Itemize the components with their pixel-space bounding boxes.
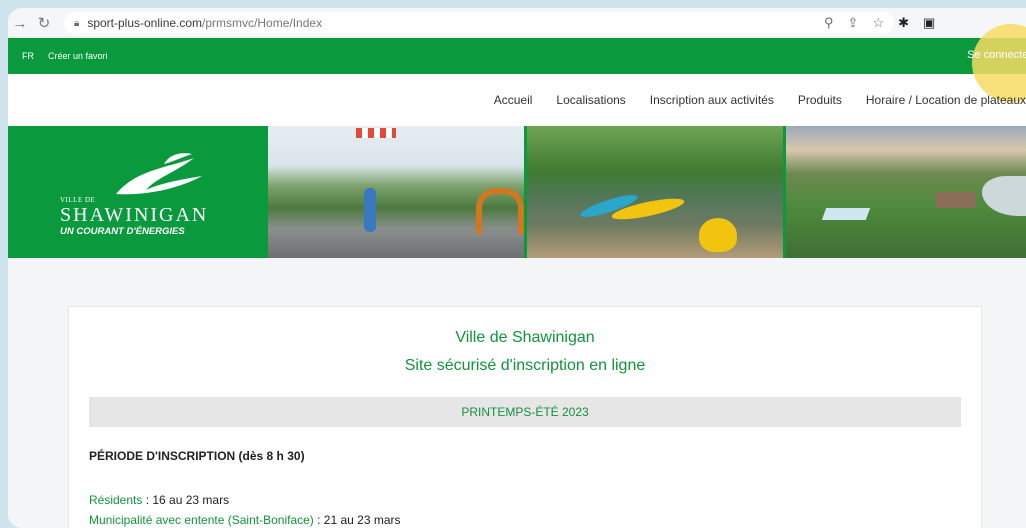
- water-arch: [476, 188, 524, 234]
- residents-dates: : 16 au 23 mars: [142, 493, 230, 507]
- nav-item-inscription[interactable]: Inscription aux activités: [650, 93, 774, 107]
- share-icon[interactable]: ⇪: [848, 15, 859, 31]
- url-path: /prmsmvc/Home/Index: [202, 16, 323, 30]
- lake: [982, 176, 1026, 216]
- nav-item-horaire[interactable]: Horaire / Location de plateaux: [866, 93, 1026, 107]
- content-area: Ville de Shawinigan Site sécurisé d'insc…: [8, 258, 1026, 528]
- residents-line: Résidents : 16 au 23 mars: [89, 493, 229, 507]
- logo-tagline: UN COURANT D'ÉNERGIES: [60, 226, 185, 237]
- reload-icon[interactable]: ↻: [32, 14, 56, 32]
- star-icon[interactable]: ☆: [872, 15, 884, 31]
- logo-prefix: VILLE DE: [60, 196, 96, 204]
- extensions-icon[interactable]: ✱: [898, 15, 909, 31]
- season-header: PRINTEMPS-ÉTÉ 2023: [89, 397, 961, 427]
- municipality-line: Municipalité avec entente (Saint-Bonifac…: [89, 513, 401, 527]
- windsock: [356, 128, 396, 138]
- photo-kayaks: [524, 126, 783, 258]
- tennis-court: [821, 208, 871, 220]
- login-link[interactable]: Se connecter: [967, 49, 1026, 61]
- nav-item-localisations[interactable]: Localisations: [556, 93, 625, 107]
- favorite-link[interactable]: Créer un favori: [48, 51, 108, 61]
- municipality-label: Municipalité avec entente (Saint-Bonifac…: [89, 513, 314, 527]
- info-card: Ville de Shawinigan Site sécurisé d'insc…: [68, 306, 982, 528]
- city-logo[interactable]: VILLE DE SHAWINIGAN UN COURANT D'ÉNERGIE…: [8, 126, 268, 258]
- municipality-dates: : 21 au 23 mars: [313, 513, 401, 527]
- nav-item-accueil[interactable]: Accueil: [494, 93, 533, 107]
- logo-name: SHAWINIGAN: [60, 204, 209, 226]
- language-link[interactable]: FR: [22, 51, 34, 61]
- browser-actions: ⚲ ⇪ ☆ ✱ ▣: [824, 15, 935, 31]
- banner: VILLE DE SHAWINIGAN UN COURANT D'ÉNERGIE…: [8, 126, 1026, 258]
- forward-icon[interactable]: →: [8, 15, 32, 32]
- main-nav: Accueil Localisations Inscription aux ac…: [8, 74, 1026, 126]
- top-bar: FR Créer un favori Se connecter: [8, 24, 1026, 102]
- kayak-yellow-front: [699, 218, 737, 252]
- photo-aerial-park: [783, 126, 1026, 258]
- url-host: sport-plus-online.com: [87, 16, 203, 30]
- browser-toolbar: → ↻ 🔒︎ sport-plus-online.com /prmsmvc/Ho…: [8, 8, 1026, 39]
- nav-item-produits[interactable]: Produits: [798, 93, 842, 107]
- photo-splash-pad: [268, 126, 524, 258]
- child-figure: [364, 188, 376, 232]
- browser-window: → ↻ 🔒︎ sport-plus-online.com /prmsmvc/Ho…: [8, 8, 1026, 528]
- houses: [936, 192, 976, 208]
- period-title: PÉRIODE D'INSCRIPTION (dès 8 h 30): [89, 449, 305, 463]
- site-subtitle: Site sécurisé d'inscription en ligne: [404, 357, 646, 374]
- zoom-icon[interactable]: ⚲: [824, 15, 834, 31]
- address-bar[interactable]: 🔒︎ sport-plus-online.com /prmsmvc/Home/I…: [64, 12, 894, 34]
- site-title: Ville de Shawinigan: [455, 329, 595, 346]
- sidepanel-icon[interactable]: ▣: [923, 15, 935, 31]
- swoosh-logo-icon: [116, 153, 202, 195]
- lock-icon: 🔒︎: [74, 17, 80, 29]
- residents-label: Résidents: [89, 493, 143, 507]
